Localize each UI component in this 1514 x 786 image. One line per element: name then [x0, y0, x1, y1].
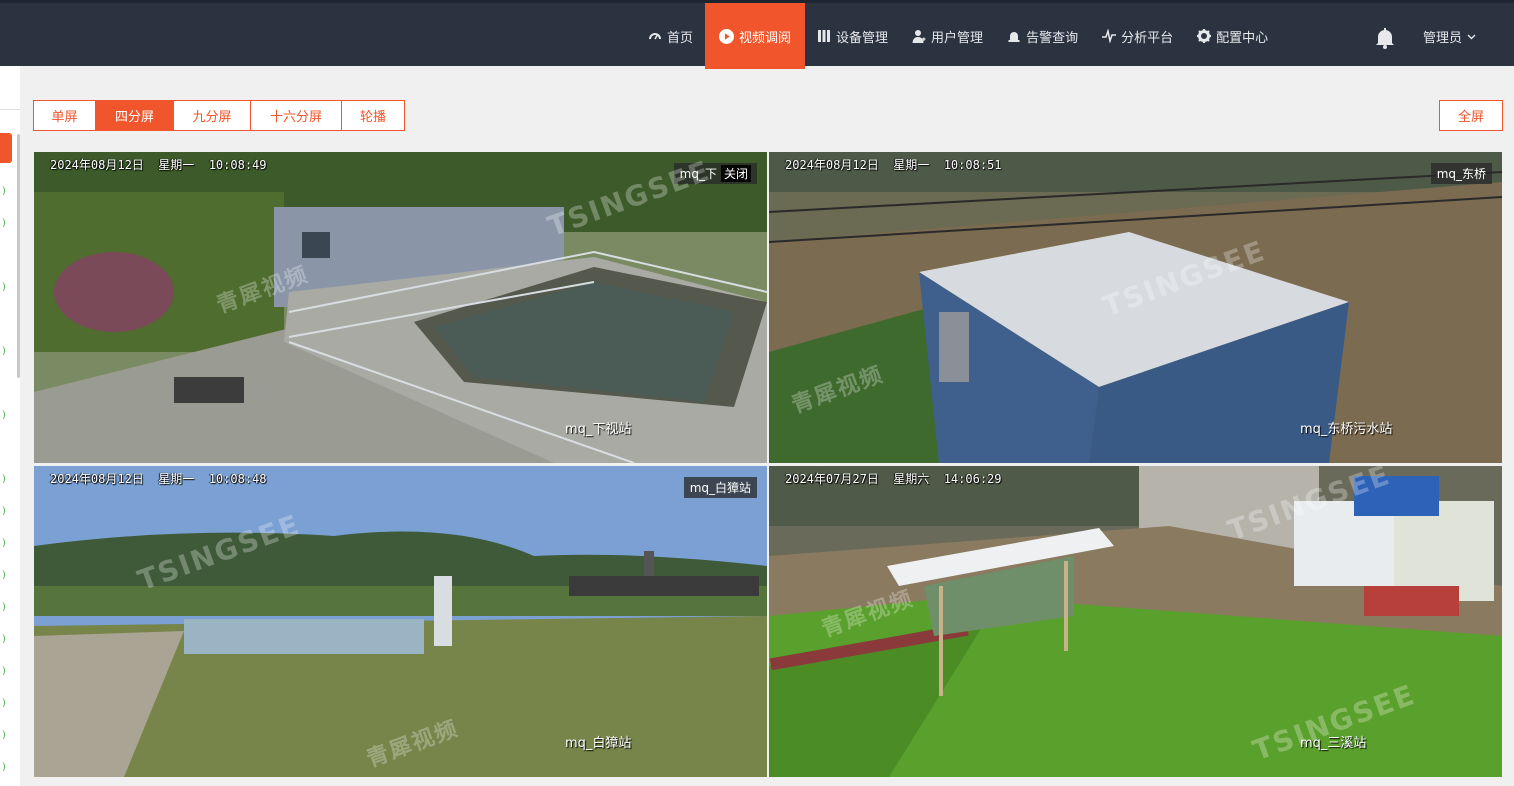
tree-item-selected[interactable]	[0, 133, 12, 163]
nav-item-label: 视频调阅	[739, 30, 792, 46]
split-nine-button[interactable]: 九分屏	[174, 100, 251, 131]
main-nav: 首页 视频调阅 设备管理 用户管理 告警查询 分析平台 配置中心	[636, 3, 1280, 69]
tree-status-mark: )	[2, 410, 6, 421]
video-tile-1[interactable]: 2024年08月12日 星期一 10:08:49 mq_下 关闭 mq_下视站 …	[34, 152, 767, 463]
chevron-down-icon	[1467, 34, 1476, 40]
split-quad-button[interactable]: 四分屏	[96, 100, 174, 131]
device-icon	[818, 30, 831, 42]
tree-status-mark: )	[2, 602, 6, 613]
camera-osd-name: mq_下视站	[565, 422, 632, 437]
nav-item-config[interactable]: 配置中心	[1185, 3, 1280, 69]
camera-osd-name: mq_白獐站	[565, 736, 632, 751]
tree-status-mark: )	[2, 506, 6, 517]
tree-scrollbar[interactable]	[17, 134, 20, 378]
user-name: 管理员	[1423, 31, 1463, 46]
tree-status-mark: )	[2, 570, 6, 581]
camera-osd-name: mq_三溪站	[1300, 736, 1367, 751]
nav-item-analytics[interactable]: 分析平台	[1090, 3, 1185, 69]
video-frame	[769, 466, 1502, 777]
dashboard-icon	[649, 33, 661, 40]
tree-status-mark: )	[2, 634, 6, 645]
nav-item-label: 用户管理	[931, 30, 984, 46]
nav-item-label: 设备管理	[836, 30, 889, 46]
top-navbar: 首页 视频调阅 设备管理 用户管理 告警查询 分析平台 配置中心 管理员	[0, 0, 1514, 69]
camera-tag-label: mq_白獐站	[689, 481, 751, 495]
gear-icon	[1197, 29, 1212, 43]
tree-status-mark: )	[2, 730, 6, 741]
video-timestamp: 2024年08月12日 星期一 10:08:49	[50, 158, 267, 172]
video-frame	[34, 152, 767, 463]
nav-item-label: 告警查询	[1026, 30, 1079, 46]
tree-search[interactable]	[0, 80, 20, 110]
camera-tag: mq_东桥	[1430, 163, 1492, 184]
video-tile-3[interactable]: 2024年08月12日 星期一 10:08:48 mq_白獐站 mq_白獐站 T…	[34, 466, 767, 777]
fullscreen-button[interactable]: 全屏	[1439, 100, 1503, 131]
camera-tag: mq_下 关闭	[673, 163, 757, 184]
nav-item-devices[interactable]: 设备管理	[805, 3, 900, 69]
split-single-button[interactable]: 单屏	[33, 100, 96, 131]
camera-osd-name: mq_东桥污水站	[1300, 422, 1393, 437]
video-timestamp: 2024年07月27日 星期六 14:06:29	[785, 472, 1002, 486]
video-timestamp: 2024年08月12日 星期一 10:08:51	[785, 158, 1002, 172]
video-frame	[769, 152, 1502, 463]
nav-item-label: 首页	[667, 30, 694, 46]
video-frame	[34, 466, 767, 777]
camera-tag: mq_白獐站	[683, 477, 757, 498]
tree-status-mark: )	[2, 666, 6, 677]
nav-item-video[interactable]: 视频调阅	[705, 3, 806, 69]
user-menu[interactable]: 管理员	[1423, 27, 1476, 46]
user-icon	[912, 30, 926, 43]
carousel-button[interactable]: 轮播	[342, 100, 405, 131]
video-timestamp: 2024年08月12日 星期一 10:08:48	[50, 472, 267, 486]
tree-status-mark: )	[2, 186, 6, 197]
tree-status-mark: )	[2, 762, 6, 773]
tree-status-mark: )	[2, 538, 6, 549]
video-tile-4[interactable]: 2024年07月27日 星期六 14:06:29 mq_三溪站 TSINGSEE…	[769, 466, 1502, 777]
play-circle-icon	[719, 28, 735, 44]
nav-item-label: 分析平台	[1121, 30, 1174, 46]
camera-tag-label: mq_东桥	[1436, 167, 1486, 181]
tree-status-mark: )	[2, 698, 6, 709]
nav-item-alarms[interactable]: 告警查询	[995, 3, 1090, 69]
camera-tag-label: mq_下	[679, 167, 717, 181]
alarm-icon	[1008, 32, 1020, 42]
tree-status-mark: )	[2, 474, 6, 485]
split-mode-group: 单屏 四分屏 九分屏 十六分屏 轮播	[33, 100, 405, 131]
nav-item-home[interactable]: 首页	[636, 3, 705, 69]
nav-item-label: 配置中心	[1216, 30, 1269, 46]
split-sixteen-button[interactable]: 十六分屏	[251, 100, 342, 131]
pulse-icon	[1102, 29, 1117, 43]
video-tile-2[interactable]: 2024年08月12日 星期一 10:08:51 mq_东桥 mq_东桥污水站 …	[769, 152, 1502, 463]
tree-status-mark: )	[2, 218, 6, 229]
nav-item-users[interactable]: 用户管理	[900, 3, 995, 69]
bell-icon[interactable]	[1374, 27, 1396, 49]
tree-status-mark: )	[2, 346, 6, 357]
tree-status-mark: )	[2, 282, 6, 293]
close-stream-button[interactable]: 关闭	[720, 165, 751, 182]
